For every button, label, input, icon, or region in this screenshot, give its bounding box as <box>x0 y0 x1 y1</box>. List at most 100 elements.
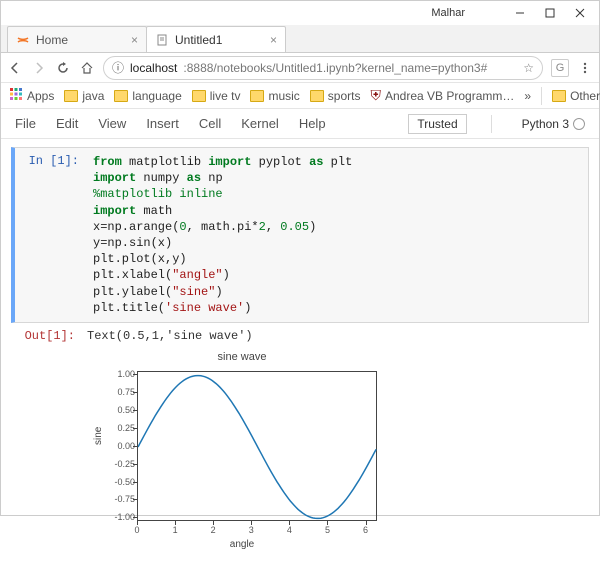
browser-menu-button[interactable] <box>577 60 593 76</box>
bookmark-label: Other bookmarks <box>570 89 600 103</box>
y-tick-mark <box>133 410 137 411</box>
code-cell[interactable]: In [1]: from matplotlib import pyplot as… <box>11 147 589 323</box>
x-tick-mark <box>175 521 176 525</box>
bookmark-music[interactable]: music <box>250 89 299 103</box>
chart-title: sine wave <box>87 351 397 363</box>
separator <box>541 87 542 105</box>
bookmark-overflow-button[interactable]: » <box>524 89 531 103</box>
x-axis-label: angle <box>87 539 397 550</box>
y-tick-label: -0.25 <box>114 459 135 469</box>
address-bar: ⓘ localhost :8888/notebooks/Untitled1.ipy… <box>1 53 599 83</box>
menu-insert[interactable]: Insert <box>146 116 179 131</box>
bookmark-star-icon[interactable]: ☆ <box>523 61 534 75</box>
info-icon: ⓘ <box>112 59 124 76</box>
y-tick-mark <box>133 499 137 500</box>
jupyter-menubar: File Edit View Insert Cell Kernel Help T… <box>1 109 599 139</box>
bookmark-language[interactable]: language <box>114 89 181 103</box>
y-tick-mark <box>133 482 137 483</box>
chart-axes <box>137 371 377 521</box>
kernel-indicator[interactable]: Python 3 <box>522 117 585 131</box>
maximize-button[interactable] <box>535 3 565 23</box>
y-tick-mark <box>133 392 137 393</box>
line-series <box>138 372 378 522</box>
back-button[interactable] <box>7 60 23 76</box>
shield-icon: ⛨ <box>370 87 381 104</box>
folder-icon <box>64 90 78 102</box>
bookmark-label: sports <box>328 89 361 103</box>
tab-label: Home <box>36 33 68 47</box>
tab-label: Untitled1 <box>175 33 222 47</box>
x-tick-label: 3 <box>249 525 254 535</box>
out-text: Text(0.5,1,'sine wave') <box>81 327 589 345</box>
home-button[interactable] <box>79 60 95 76</box>
minimize-button[interactable] <box>505 3 535 23</box>
apps-button[interactable]: Apps <box>9 87 54 104</box>
bookmark-label: java <box>82 89 104 103</box>
kernel-name: Python 3 <box>522 117 569 131</box>
omnibox[interactable]: ⓘ localhost :8888/notebooks/Untitled1.ipy… <box>103 56 543 80</box>
window-user: Malhar <box>431 7 465 19</box>
y-tick-label: -0.75 <box>114 494 135 504</box>
bookmark-sports[interactable]: sports <box>310 89 361 103</box>
folder-icon <box>192 90 206 102</box>
folder-icon <box>114 90 128 102</box>
menu-cell[interactable]: Cell <box>199 116 221 131</box>
bookmark-live-tv[interactable]: live tv <box>192 89 241 103</box>
bookmark-andrea-vb[interactable]: ⛨ Andrea VB Programm… <box>370 87 514 104</box>
url-path: :8888/notebooks/Untitled1.ipynb?kernel_n… <box>183 61 487 75</box>
x-tick-mark <box>213 521 214 525</box>
in-prompt: In [1]: <box>15 148 85 322</box>
apps-icon <box>9 87 23 104</box>
trusted-button[interactable]: Trusted <box>408 114 466 134</box>
browser-tabstrip: Home × Untitled1 × <box>1 25 599 53</box>
close-button[interactable] <box>565 3 595 23</box>
x-tick-mark <box>289 521 290 525</box>
separator <box>491 115 492 133</box>
y-tick-mark <box>133 446 137 447</box>
bookmark-label: Andrea VB Programm… <box>385 89 514 103</box>
menu-view[interactable]: View <box>98 116 126 131</box>
notebook-icon <box>155 33 169 47</box>
close-icon[interactable]: × <box>131 33 138 47</box>
apps-label: Apps <box>27 89 54 103</box>
y-axis-label: sine <box>93 427 104 445</box>
reload-button[interactable] <box>55 60 71 76</box>
x-tick-label: 6 <box>363 525 368 535</box>
other-bookmarks-button[interactable]: Other bookmarks <box>552 89 600 103</box>
y-tick-mark <box>133 464 137 465</box>
x-tick-label: 5 <box>325 525 330 535</box>
chart-area: sine angle -1.00-0.75-0.50-0.250.000.250… <box>87 365 397 555</box>
out-prompt: Out[1]: <box>11 327 81 345</box>
titlebar: Malhar <box>1 1 599 25</box>
jupyter-icon <box>16 33 30 47</box>
code-input[interactable]: from matplotlib import pyplot as plt imp… <box>85 148 588 322</box>
bookmark-label: language <box>132 89 181 103</box>
folder-icon <box>310 90 324 102</box>
menu-edit[interactable]: Edit <box>56 116 78 131</box>
browser-tab-untitled[interactable]: Untitled1 × <box>146 26 286 52</box>
bookmark-label: live tv <box>210 89 241 103</box>
browser-tab-home[interactable]: Home × <box>7 26 147 52</box>
forward-button[interactable] <box>31 60 47 76</box>
url-host: localhost <box>130 61 177 75</box>
kernel-status-icon <box>573 118 585 130</box>
x-tick-label: 2 <box>211 525 216 535</box>
x-tick-mark <box>327 521 328 525</box>
search-engine-button[interactable]: G <box>551 59 569 77</box>
folder-icon <box>552 90 566 102</box>
x-tick-label: 4 <box>287 525 292 535</box>
folder-icon <box>250 90 264 102</box>
plot-output: sine wave sine angle -1.00-0.75-0.50-0.2… <box>87 351 397 555</box>
notebook-area: In [1]: from matplotlib import pyplot as… <box>1 139 599 563</box>
x-tick-label: 0 <box>134 525 139 535</box>
bookmarks-bar: Apps java language live tv music sports … <box>1 83 599 109</box>
y-tick-mark <box>133 374 137 375</box>
y-tick-mark <box>133 428 137 429</box>
menu-file[interactable]: File <box>15 116 36 131</box>
bookmark-java[interactable]: java <box>64 89 104 103</box>
bookmark-label: music <box>268 89 299 103</box>
y-tick-mark <box>133 517 137 518</box>
close-icon[interactable]: × <box>270 33 277 47</box>
menu-help[interactable]: Help <box>299 116 326 131</box>
menu-kernel[interactable]: Kernel <box>241 116 279 131</box>
